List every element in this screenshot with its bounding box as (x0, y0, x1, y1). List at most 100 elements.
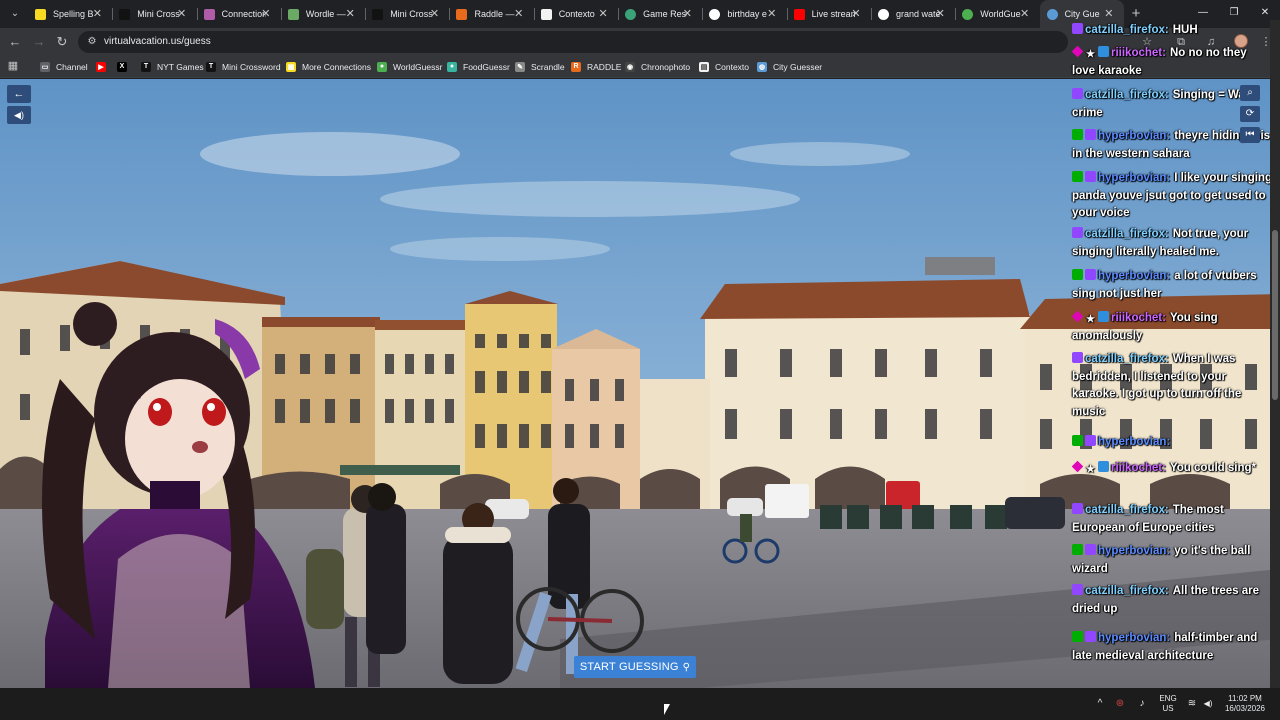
tab-search-icon[interactable]: ⌄ (8, 7, 22, 21)
tab-close-icon[interactable]: ✕ (428, 8, 440, 20)
raddle-icon: R (571, 61, 581, 72)
chat-username[interactable]: riiikochet: (1111, 312, 1166, 324)
close-window-button[interactable]: ✕ (1258, 6, 1272, 20)
chat-username[interactable]: catzilla_firefox: (1085, 504, 1169, 516)
mod-badge-icon (1072, 171, 1083, 182)
sub-badge-icon (1085, 129, 1096, 140)
chat-username[interactable]: catzilla_firefox: (1085, 89, 1169, 101)
bookmark-item[interactable]: ▦ More Connections (286, 60, 371, 73)
chat-message: hyperbovian: I like your singing panda yo… (1072, 170, 1270, 223)
bookmark-item[interactable]: R RADDLE (571, 60, 621, 73)
url-text[interactable]: virtualvacation.us/guess (104, 36, 211, 47)
bookmark-item[interactable]: ● WorldGuessr (377, 60, 442, 73)
tab-close-icon[interactable]: ✕ (1103, 8, 1115, 20)
bookmark-item[interactable]: T Mini Crossword (206, 60, 281, 73)
chat-message: catzilla_firefox: HUH (1072, 22, 1270, 40)
tab-close-icon[interactable]: ✕ (176, 8, 188, 20)
globe-icon (625, 8, 637, 20)
address-bar[interactable] (78, 31, 1068, 53)
bookmark-item[interactable]: ◍ City Guesser (757, 60, 822, 73)
browser-tab[interactable]: Raddle — ✕ (449, 0, 533, 28)
bookmark-item[interactable]: ▤ Contexto (699, 60, 749, 73)
folder-icon: ▭ (40, 61, 50, 72)
x-icon: X (117, 61, 127, 72)
sound-toggle-button[interactable]: ◀) (7, 106, 31, 124)
chat-username[interactable]: catzilla_firefox: (1085, 353, 1169, 365)
tab-close-icon[interactable]: ✕ (681, 8, 693, 20)
chat-username[interactable]: hyperbovian: (1098, 436, 1170, 448)
chat-username[interactable]: catzilla_firefox: (1085, 585, 1169, 597)
tab-close-icon[interactable]: ✕ (91, 8, 103, 20)
steam-icon[interactable]: ⊛ (1114, 698, 1126, 710)
back-game-button[interactable]: ← (7, 85, 31, 103)
scrollbar-thumb[interactable] (1272, 230, 1278, 400)
blue-badge-icon (1098, 311, 1109, 322)
browser-tab[interactable]: Game Resu ✕ (618, 0, 702, 28)
bookmark-item[interactable]: X (117, 60, 127, 73)
wordle-icon (287, 8, 299, 20)
bookmark-item[interactable]: ◉ Chronophoto (625, 60, 690, 73)
tab-close-icon[interactable]: ✕ (344, 8, 356, 20)
chat-username[interactable]: catzilla_firefox: (1085, 24, 1169, 36)
tab-close-icon[interactable]: ✕ (260, 8, 272, 20)
browser-tab[interactable]: Connection ✕ (196, 0, 281, 28)
site-info-icon[interactable]: ⚙ (86, 36, 98, 48)
nyt-icon: T (141, 61, 151, 72)
bookmark-item[interactable]: ▶ (96, 60, 106, 73)
chat-username[interactable]: hyperbovian: (1098, 130, 1170, 142)
refresh-icon[interactable]: ⟳ (1240, 106, 1260, 122)
browser-tab[interactable]: Spelling B ✕ (28, 0, 112, 28)
bookmark-item[interactable]: ▭ Channel (40, 60, 88, 73)
restore-button[interactable]: ❐ (1227, 6, 1241, 20)
bookmark-item[interactable]: ● FoodGuessr (447, 60, 510, 73)
forward-arrow-icon[interactable]: → (31, 34, 47, 50)
restart-icon[interactable]: ⏮ (1240, 127, 1260, 143)
browser-tab[interactable]: Contexto ✕ (533, 0, 618, 28)
zoom-icon[interactable]: ⌕ (1240, 85, 1260, 101)
clock-time: 11:02 PM (1228, 694, 1262, 703)
reload-icon[interactable]: ↻ (54, 34, 70, 50)
language-indicator[interactable]: ENG US (1156, 694, 1180, 714)
vip-badge-icon (1071, 310, 1084, 323)
tab-close-icon[interactable]: ✕ (1019, 8, 1031, 20)
bookmark-label: Mini Crossword (222, 61, 281, 72)
clock-date: 16/03/2026 (1224, 704, 1266, 713)
microphone-icon[interactable]: ♪ (1136, 698, 1148, 710)
tab-close-icon[interactable]: ✕ (934, 8, 946, 20)
tab-close-icon[interactable]: ✕ (513, 8, 525, 20)
tab-close-icon[interactable]: ✕ (766, 8, 778, 20)
browser-tab[interactable]: Wordle — ✕ (280, 0, 365, 28)
tab-close-icon[interactable]: ✕ (597, 8, 609, 20)
chat-username[interactable]: hyperbovian: (1098, 545, 1170, 557)
sub-badge-icon (1085, 269, 1096, 280)
browser-tab[interactable]: grand wate ✕ (870, 0, 955, 28)
bookmark-item[interactable]: T NYT Games (141, 60, 204, 73)
browser-tab[interactable]: WorldGue ✕ (955, 0, 1039, 28)
clock[interactable]: 11:02 PM 16/03/2026 (1222, 694, 1268, 714)
back-arrow-icon[interactable]: ← (7, 34, 23, 50)
chat-username[interactable]: hyperbovian: (1098, 172, 1170, 184)
chat-username[interactable]: catzilla_firefox: (1085, 228, 1169, 240)
chat-username[interactable]: hyperbovian: (1098, 270, 1170, 282)
tab-close-icon[interactable]: ✕ (850, 8, 862, 20)
sub-badge-icon (1072, 227, 1083, 238)
browser-tab[interactable]: Mini Cross ✕ (112, 0, 196, 28)
bookmark-item[interactable]: ✎ Scrandle (515, 60, 565, 73)
wifi-icon[interactable]: ≋ (1186, 698, 1198, 710)
chat-username[interactable]: riiikochet: (1111, 462, 1166, 474)
mod-badge-icon (1072, 631, 1083, 642)
tray-overflow-icon[interactable]: ^ (1094, 698, 1106, 710)
chat-username[interactable]: riiikochet: (1111, 47, 1166, 59)
start-guessing-button[interactable]: START GUESSING ⚲ (574, 656, 696, 678)
browser-tab[interactable]: Mini Cross ✕ (365, 0, 449, 28)
browser-tab[interactable]: birthday e ✕ (702, 0, 786, 28)
chat-username[interactable]: hyperbovian: (1098, 632, 1170, 644)
start-guessing-label: START GUESSING (579, 661, 679, 673)
apps-grid-icon[interactable]: ▦ (7, 60, 19, 72)
bookmark-label: WorldGuessr (393, 61, 443, 72)
grid-icon: ▦ (286, 61, 296, 72)
star-badge-icon: ★ (1086, 49, 1095, 60)
volume-icon[interactable]: ◀) (1202, 698, 1214, 710)
browser-tab[interactable]: Live stream ✕ (786, 0, 871, 28)
minimize-button[interactable]: — (1196, 6, 1210, 20)
